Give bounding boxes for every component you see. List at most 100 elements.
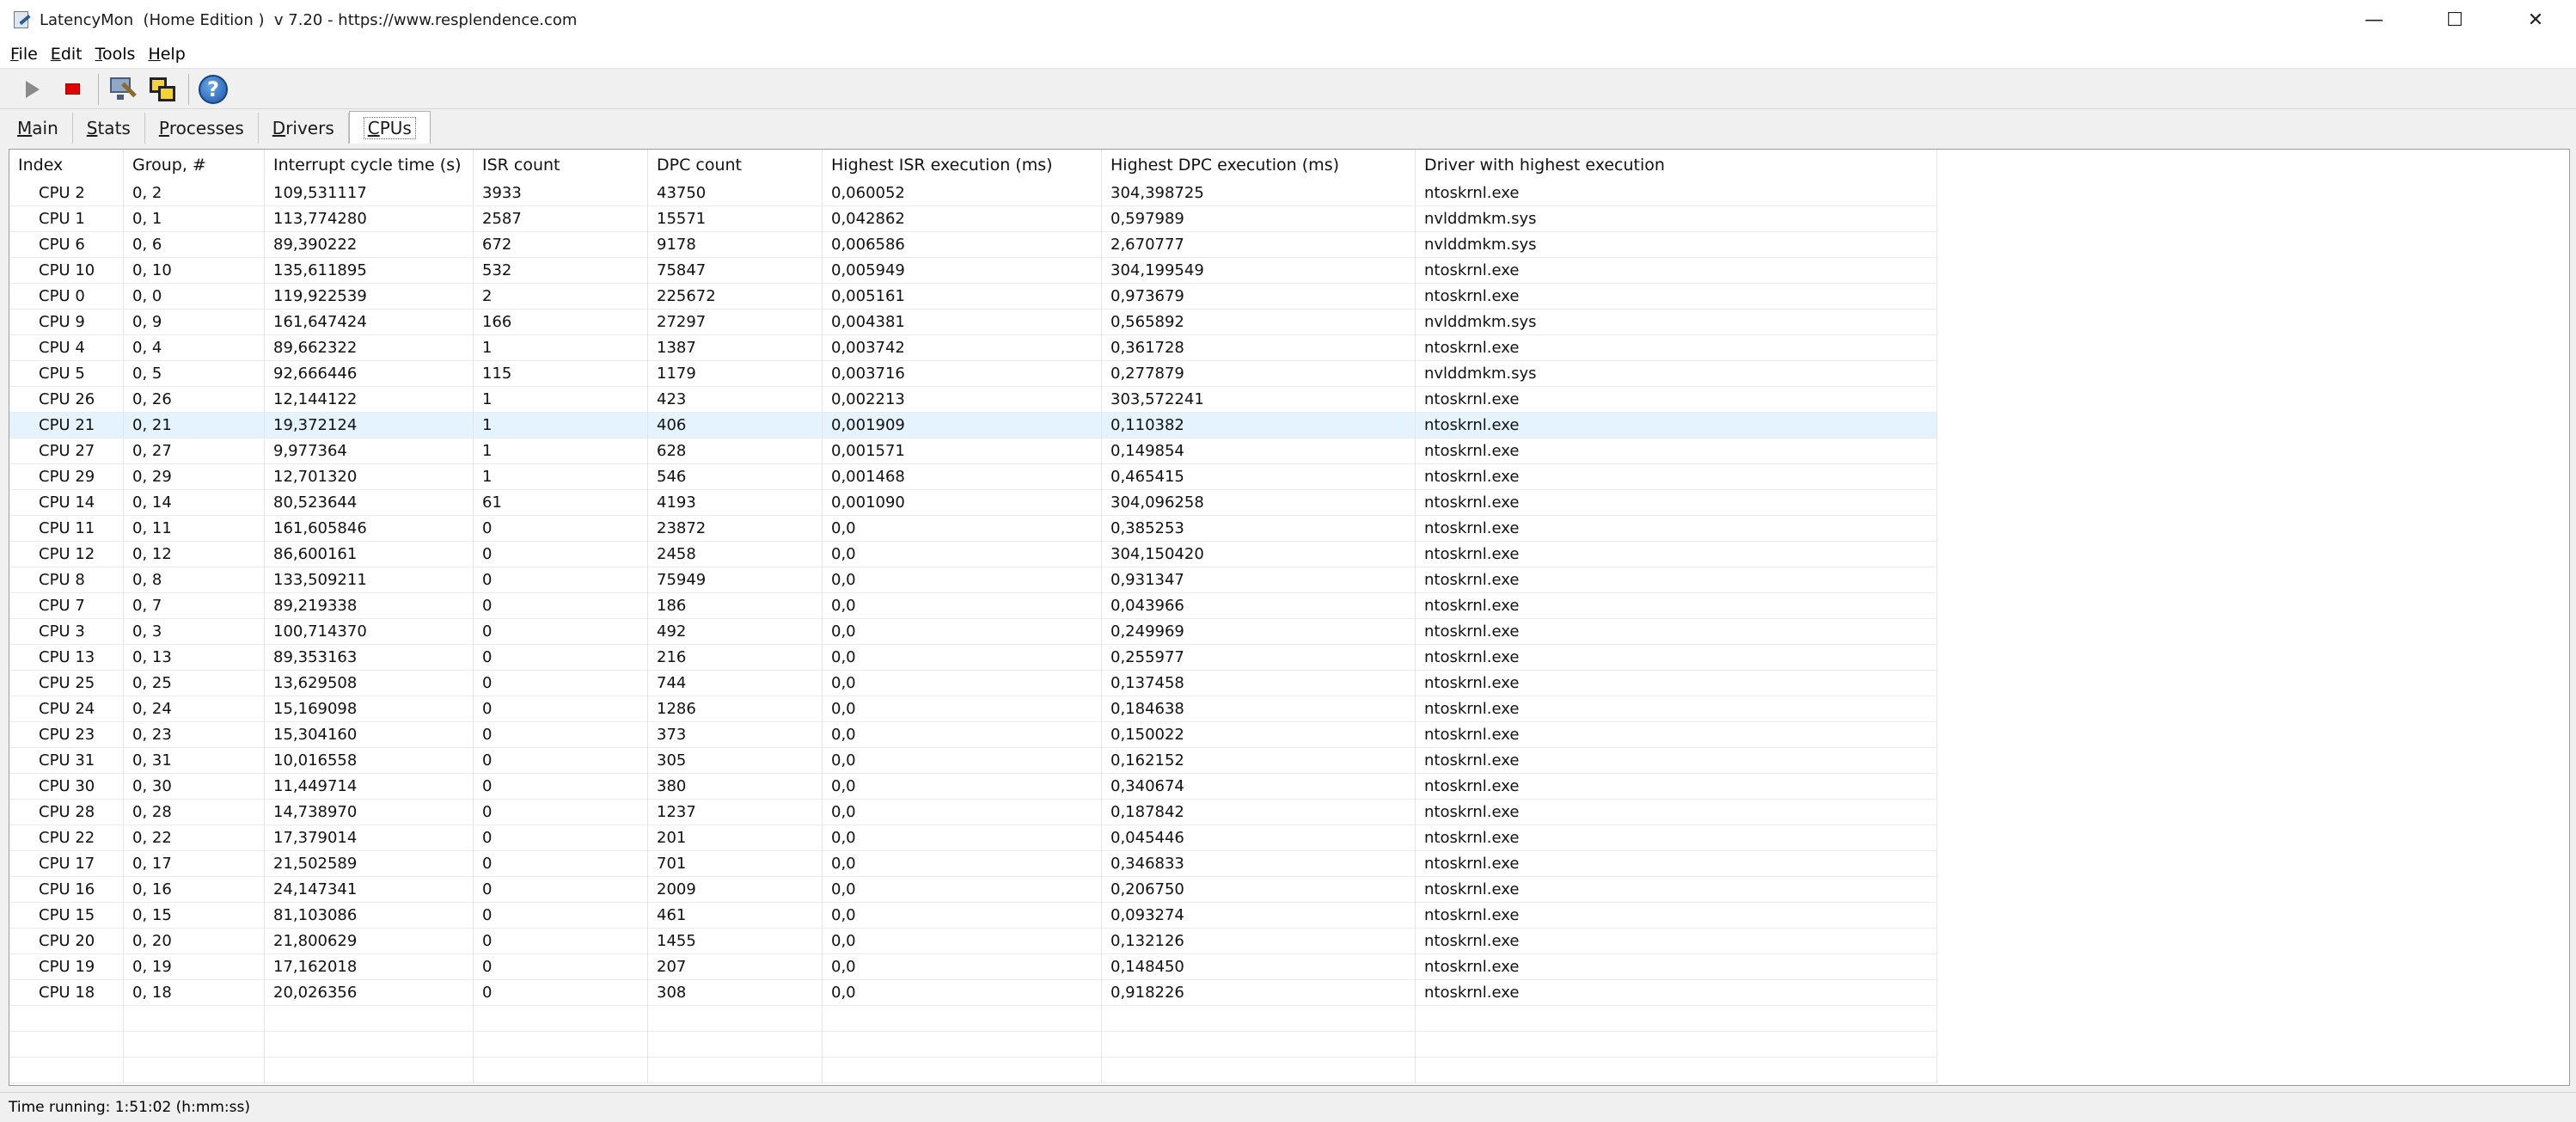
tab-cpus[interactable]: CPUs xyxy=(348,111,431,144)
table-row[interactable]: CPU 14 0, 14 80,523644 61 4193 0,001090 304,09… xyxy=(9,490,1937,516)
menu-file[interactable]: File xyxy=(10,45,38,64)
cell-group: 0, 5 xyxy=(124,361,265,387)
close-button[interactable]: ✕ xyxy=(2495,0,2576,40)
table-row[interactable]: CPU 7 0, 7 89,219338 0 186 0,0 0,043966 ntoskrn… xyxy=(9,593,1937,619)
cell-index: CPU 11 xyxy=(9,516,124,542)
cell-index: CPU 22 xyxy=(9,825,124,851)
cell-group: 0, 12 xyxy=(124,542,265,567)
maximize-button[interactable]: ☐ xyxy=(2414,0,2495,40)
cell-highest-isr: 0,0 xyxy=(823,825,1102,851)
cell-interrupt-cycle-time: 24,147341 xyxy=(265,877,474,903)
empty-cell xyxy=(823,1032,1102,1058)
stop-monitor-button[interactable] xyxy=(55,72,89,107)
table-row[interactable]: CPU 3 0, 3 100,714370 0 492 0,0 0,249969 ntoskr… xyxy=(9,619,1937,645)
cpu-list-view[interactable]: Index Group, # Interrupt cycle time (s) ISR… xyxy=(9,149,2570,1086)
table-row[interactable]: CPU 0 0, 0 119,922539 2 225672 0,005161 0,9736… xyxy=(9,284,1937,310)
tab-main[interactable]: Main xyxy=(3,113,73,144)
cell-dpc-count: 1286 xyxy=(648,696,823,722)
table-row[interactable]: CPU 21 0, 21 19,372124 1 406 0,001909 0,110382… xyxy=(9,413,1937,438)
cell-driver: ntoskrnl.exe xyxy=(1416,929,1937,954)
table-row[interactable]: CPU 16 0, 16 24,147341 0 2009 0,0 0,206750 ntos… xyxy=(9,877,1937,903)
table-row[interactable]: CPU 29 0, 29 12,701320 1 546 0,001468 0,465415… xyxy=(9,464,1937,490)
table-row[interactable]: CPU 8 0, 8 133,509211 0 75949 0,0 0,931347 ntos… xyxy=(9,567,1937,593)
cell-index: CPU 28 xyxy=(9,800,124,825)
cell-interrupt-cycle-time: 15,169098 xyxy=(265,696,474,722)
cell-isr-count: 0 xyxy=(474,980,648,1006)
header-col-isr-count[interactable]: ISR count xyxy=(474,150,648,181)
table-row[interactable]: CPU 13 0, 13 89,353163 0 216 0,0 0,255977 ntosk… xyxy=(9,645,1937,671)
cell-group: 0, 25 xyxy=(124,671,265,696)
empty-row xyxy=(9,1006,1937,1032)
cell-driver: nvlddmkm.sys xyxy=(1416,206,1937,232)
cell-highest-isr: 0,0 xyxy=(823,593,1102,619)
cell-isr-count: 0 xyxy=(474,903,648,929)
table-row[interactable]: CPU 22 0, 22 17,379014 0 201 0,0 0,045446 ntosk… xyxy=(9,825,1937,851)
table-row[interactable]: CPU 6 0, 6 89,390222 672 9178 0,006586 2,67077… xyxy=(9,232,1937,258)
table-row[interactable]: CPU 1 0, 1 113,774280 2587 15571 0,042862 0,59… xyxy=(9,206,1937,232)
table-row[interactable]: CPU 31 0, 31 10,016558 0 305 0,0 0,162152 ntosk… xyxy=(9,748,1937,774)
system-info-button[interactable] xyxy=(106,72,140,107)
table-row[interactable]: CPU 10 0, 10 135,611895 532 75847 0,005949 304… xyxy=(9,258,1937,284)
menu-edit[interactable]: Edit xyxy=(51,45,83,64)
cell-highest-isr: 0,0 xyxy=(823,800,1102,825)
cell-highest-dpc: 0,918226 xyxy=(1102,980,1416,1006)
cell-isr-count: 0 xyxy=(474,954,648,980)
table-row[interactable]: CPU 20 0, 20 21,800629 0 1455 0,0 0,132126 ntos… xyxy=(9,929,1937,954)
table-row[interactable]: CPU 30 0, 30 11,449714 0 380 0,0 0,340674 ntosk… xyxy=(9,774,1937,800)
header-col-interrupt-cycle-time[interactable]: Interrupt cycle time (s) xyxy=(265,150,474,181)
status-bar: Time running: 1:51:02 (h:mm:ss) xyxy=(0,1092,2576,1122)
cell-isr-count: 1 xyxy=(474,464,648,490)
cell-highest-dpc: 304,150420 xyxy=(1102,542,1416,567)
minimize-button[interactable]: — xyxy=(2334,0,2414,40)
windows-button[interactable] xyxy=(145,72,180,107)
table-row[interactable]: CPU 11 0, 11 161,605846 0 23872 0,0 0,385253 nt… xyxy=(9,516,1937,542)
cell-highest-isr: 0,005161 xyxy=(823,284,1102,310)
cell-dpc-count: 4193 xyxy=(648,490,823,516)
menu-help[interactable]: Help xyxy=(148,45,185,64)
header-col-group[interactable]: Group, # xyxy=(124,150,265,181)
cell-highest-isr: 0,0 xyxy=(823,851,1102,877)
cell-interrupt-cycle-time: 161,647424 xyxy=(265,310,474,335)
table-row[interactable]: CPU 19 0, 19 17,162018 0 207 0,0 0,148450 ntosk… xyxy=(9,954,1937,980)
table-row[interactable]: CPU 18 0, 18 20,026356 0 308 0,0 0,918226 ntosk… xyxy=(9,980,1937,1006)
table-row[interactable]: CPU 25 0, 25 13,629508 0 744 0,0 0,137458 ntosk… xyxy=(9,671,1937,696)
table-row[interactable]: CPU 23 0, 23 15,304160 0 373 0,0 0,150022 ntosk… xyxy=(9,722,1937,748)
start-monitor-button[interactable] xyxy=(15,72,50,107)
cell-highest-isr: 0,0 xyxy=(823,696,1102,722)
table-row[interactable]: CPU 28 0, 28 14,738970 0 1237 0,0 0,187842 ntos… xyxy=(9,800,1937,825)
cell-group: 0, 8 xyxy=(124,567,265,593)
cell-isr-count: 115 xyxy=(474,361,648,387)
empty-cell xyxy=(9,1006,124,1032)
table-row[interactable]: CPU 5 0, 5 92,666446 115 1179 0,003716 0,27787… xyxy=(9,361,1937,387)
header-col-dpc-count[interactable]: DPC count xyxy=(648,150,823,181)
table-row[interactable]: CPU 9 0, 9 161,647424 166 27297 0,004381 0,565… xyxy=(9,310,1937,335)
table-row[interactable]: CPU 15 0, 15 81,103086 0 461 0,0 0,093274 ntosk… xyxy=(9,903,1937,929)
table-row[interactable]: CPU 27 0, 27 9,977364 1 628 0,001571 0,149854 n… xyxy=(9,438,1937,464)
table-row[interactable]: CPU 2 0, 2 109,531117 3933 43750 0,060052 304,… xyxy=(9,181,1937,206)
table-row[interactable]: CPU 12 0, 12 86,600161 0 2458 0,0 304,150420 nt… xyxy=(9,542,1937,567)
header-col-driver[interactable]: Driver with highest execution xyxy=(1416,150,1937,181)
cell-dpc-count: 43750 xyxy=(648,181,823,206)
toolbar-separator xyxy=(98,73,99,105)
latencymon-app-icon xyxy=(12,10,31,29)
cell-group: 0, 1 xyxy=(124,206,265,232)
tab-stats[interactable]: Stats xyxy=(73,113,145,144)
header-col-highest-dpc[interactable]: Highest DPC execution (ms) xyxy=(1102,150,1416,181)
cell-highest-dpc: 0,045446 xyxy=(1102,825,1416,851)
cell-highest-dpc: 0,249969 xyxy=(1102,619,1416,645)
table-row[interactable]: CPU 26 0, 26 12,144122 1 423 0,002213 303,5722… xyxy=(9,387,1937,413)
header-col-highest-isr[interactable]: Highest ISR execution (ms) xyxy=(823,150,1102,181)
table-row[interactable]: CPU 24 0, 24 15,169098 0 1286 0,0 0,184638 ntos… xyxy=(9,696,1937,722)
cell-index: CPU 9 xyxy=(9,310,124,335)
table-row[interactable]: CPU 4 0, 4 89,662322 1 1387 0,003742 0,361728 n… xyxy=(9,335,1937,361)
empty-cell xyxy=(648,1006,823,1032)
tab-processes[interactable]: Processes xyxy=(145,113,259,144)
help-button[interactable]: ? xyxy=(196,72,230,107)
menu-tools[interactable]: Tools xyxy=(95,45,136,64)
header-col-index[interactable]: Index xyxy=(9,150,124,181)
cell-dpc-count: 1387 xyxy=(648,335,823,361)
table-row[interactable]: CPU 17 0, 17 21,502589 0 701 0,0 0,346833 ntosk… xyxy=(9,851,1937,877)
cell-index: CPU 20 xyxy=(9,929,124,954)
cell-index: CPU 6 xyxy=(9,232,124,258)
tab-drivers[interactable]: Drivers xyxy=(259,113,349,144)
